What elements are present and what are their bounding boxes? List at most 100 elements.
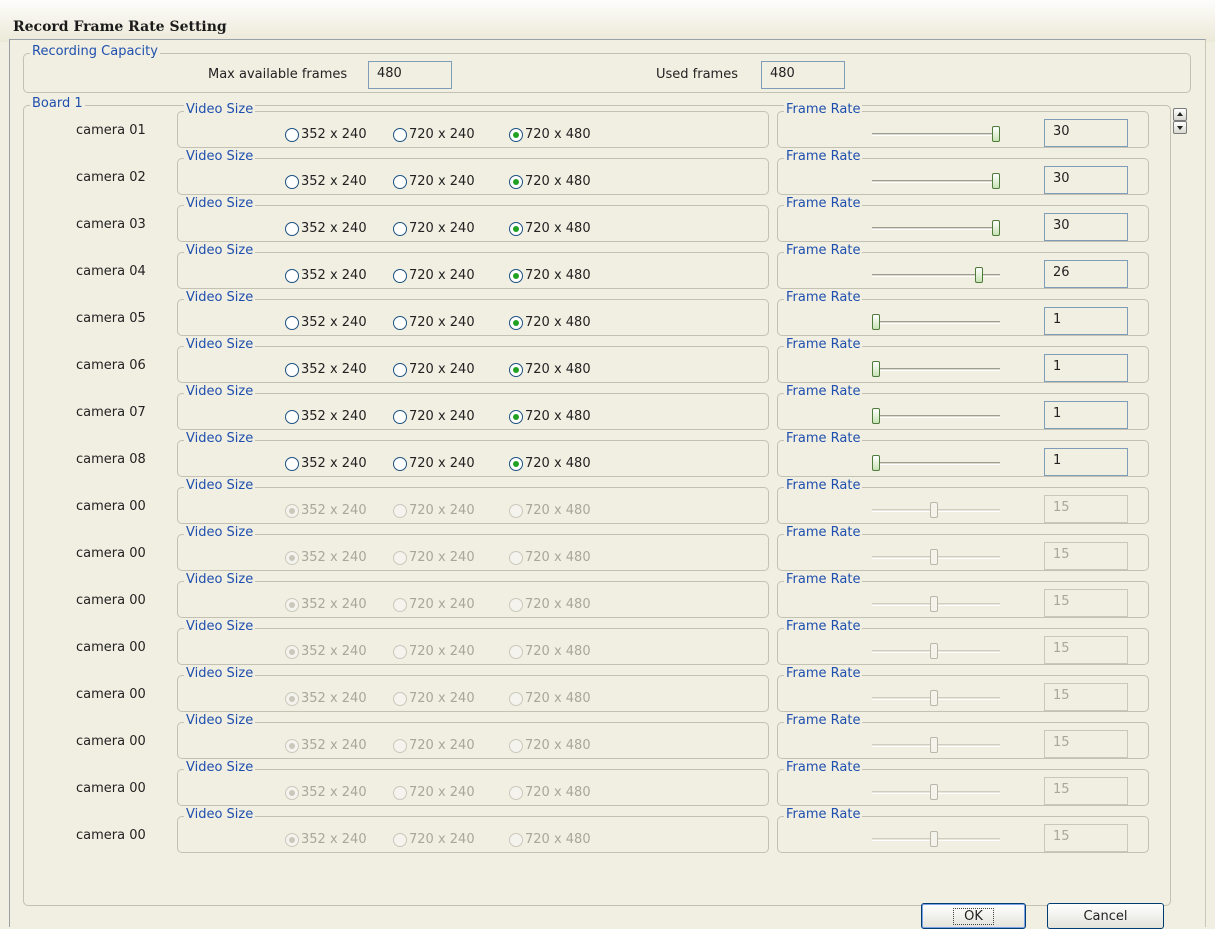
- frame-rate-slider[interactable]: [872, 689, 1000, 707]
- video-size-option-label: 352 x 240: [301, 456, 367, 471]
- frame-rate-slider[interactable]: [872, 501, 1000, 519]
- max-frames-field[interactable]: 480: [368, 61, 452, 89]
- slider-thumb[interactable]: [929, 831, 938, 847]
- frame-rate-field[interactable]: 15: [1044, 824, 1128, 852]
- frame-rate-legend: Frame Rate: [784, 337, 863, 353]
- frame-rate-slider[interactable]: [872, 548, 1000, 566]
- slider-thumb[interactable]: [929, 784, 938, 800]
- slider-thumb[interactable]: [872, 455, 880, 471]
- frame-rate-legend: Frame Rate: [784, 807, 863, 823]
- recording-capacity-group: Recording Capacity Max available frames …: [23, 44, 1191, 93]
- frame-rate-slider[interactable]: [872, 313, 1000, 331]
- frame-rate-field[interactable]: 26: [1044, 260, 1128, 288]
- radio-circle-icon: [509, 457, 523, 471]
- frame-rate-slider[interactable]: [872, 595, 1000, 613]
- radio-circle-icon: [393, 786, 407, 800]
- video-size-option-label: 720 x 480: [525, 597, 591, 612]
- radio-circle-icon: [393, 833, 407, 847]
- frame-rate-field[interactable]: 1: [1044, 307, 1128, 335]
- radio-circle-icon: [393, 316, 407, 330]
- frame-rate-field[interactable]: 15: [1044, 589, 1128, 617]
- scroll-down-button[interactable]: [1173, 121, 1187, 134]
- slider-thumb[interactable]: [929, 596, 938, 612]
- camera-name: camera 00: [76, 828, 146, 843]
- radio-circle-icon: [509, 175, 523, 189]
- radio-circle-icon: [393, 457, 407, 471]
- video-size-option-label: 720 x 480: [525, 832, 591, 847]
- video-size-option-label: 352 x 240: [301, 832, 367, 847]
- video-size-option-label: 720 x 480: [525, 503, 591, 518]
- frame-rate-slider[interactable]: [872, 172, 1000, 190]
- frame-rate-field[interactable]: 15: [1044, 777, 1128, 805]
- video-size-option-label: 720 x 480: [525, 691, 591, 706]
- video-size-option-label: 352 x 240: [301, 503, 367, 518]
- slider-track: [872, 415, 1000, 418]
- radio-circle-icon: [509, 504, 523, 518]
- slider-thumb[interactable]: [992, 126, 1000, 142]
- frame-rate-slider[interactable]: [872, 125, 1000, 143]
- used-frames-field[interactable]: 480: [761, 61, 845, 89]
- used-frames-label: Used frames: [656, 67, 738, 82]
- video-size-option-label: 352 x 240: [301, 127, 367, 142]
- video-size-option-label: 352 x 240: [301, 597, 367, 612]
- frame-rate-field[interactable]: 30: [1044, 213, 1128, 241]
- slider-thumb[interactable]: [992, 173, 1000, 189]
- scroll-up-button[interactable]: [1173, 108, 1187, 121]
- frame-rate-slider[interactable]: [872, 266, 1000, 284]
- frame-rate-slider[interactable]: [872, 454, 1000, 472]
- video-size-option-label: 720 x 240: [409, 456, 475, 471]
- ok-button[interactable]: OK: [921, 903, 1026, 929]
- slider-thumb[interactable]: [975, 267, 984, 283]
- video-size-legend: Video Size: [184, 478, 256, 494]
- video-size-option-label: 720 x 240: [409, 785, 475, 800]
- slider-thumb[interactable]: [929, 690, 938, 706]
- recording-capacity-legend: Recording Capacity: [30, 44, 160, 60]
- slider-thumb[interactable]: [872, 314, 880, 330]
- video-size-legend: Video Size: [184, 525, 256, 541]
- radio-circle-icon: [509, 551, 523, 565]
- slider-thumb[interactable]: [929, 643, 938, 659]
- frame-rate-legend: Frame Rate: [784, 384, 863, 400]
- camera-name: camera 00: [76, 593, 146, 608]
- frame-rate-group: Frame Rate 15: [777, 713, 1149, 759]
- video-size-option-label: 720 x 480: [525, 362, 591, 377]
- frame-rate-field[interactable]: 15: [1044, 542, 1128, 570]
- frame-rate-field[interactable]: 1: [1044, 448, 1128, 476]
- slider-thumb[interactable]: [872, 408, 880, 424]
- frame-rate-field[interactable]: 30: [1044, 119, 1128, 147]
- video-size-option-label: 720 x 240: [409, 644, 475, 659]
- slider-thumb[interactable]: [929, 737, 938, 753]
- frame-rate-field[interactable]: 1: [1044, 354, 1128, 382]
- camera-name: camera 00: [76, 687, 146, 702]
- frame-rate-slider[interactable]: [872, 642, 1000, 660]
- camera-row: camera 00 Video Size 352 x 240 720 x 240 720…: [10, 619, 1207, 671]
- camera-row: camera 00 Video Size 352 x 240 720 x 240 720…: [10, 478, 1207, 530]
- frame-rate-group: Frame Rate 15: [777, 525, 1149, 571]
- frame-rate-field[interactable]: 15: [1044, 683, 1128, 711]
- slider-thumb[interactable]: [929, 502, 938, 518]
- frame-rate-slider[interactable]: [872, 736, 1000, 754]
- video-size-group: Video Size 352 x 240 720 x 240 720 x 480: [177, 572, 769, 618]
- slider-thumb[interactable]: [872, 361, 880, 377]
- slider-thumb[interactable]: [929, 549, 938, 565]
- frame-rate-field[interactable]: 30: [1044, 166, 1128, 194]
- slider-thumb[interactable]: [992, 220, 1000, 236]
- frame-rate-slider[interactable]: [872, 360, 1000, 378]
- frame-rate-field[interactable]: 1: [1044, 401, 1128, 429]
- frame-rate-slider[interactable]: [872, 407, 1000, 425]
- cancel-button[interactable]: Cancel: [1047, 903, 1164, 929]
- frame-rate-field[interactable]: 15: [1044, 495, 1128, 523]
- video-size-option-label: 720 x 240: [409, 221, 475, 236]
- frame-rate-group: Frame Rate 1: [777, 337, 1149, 383]
- frame-rate-field[interactable]: 15: [1044, 636, 1128, 664]
- frame-rate-slider[interactable]: [872, 783, 1000, 801]
- radio-circle-icon: [393, 692, 407, 706]
- frame-rate-field[interactable]: 15: [1044, 730, 1128, 758]
- frame-rate-slider[interactable]: [872, 219, 1000, 237]
- video-size-option-label: 720 x 240: [409, 127, 475, 142]
- frame-rate-slider[interactable]: [872, 830, 1000, 848]
- video-size-option-label: 720 x 480: [525, 550, 591, 565]
- radio-circle-icon: [393, 222, 407, 236]
- video-size-legend: Video Size: [184, 619, 256, 635]
- video-size-group: Video Size 352 x 240 720 x 240 720 x 480: [177, 525, 769, 571]
